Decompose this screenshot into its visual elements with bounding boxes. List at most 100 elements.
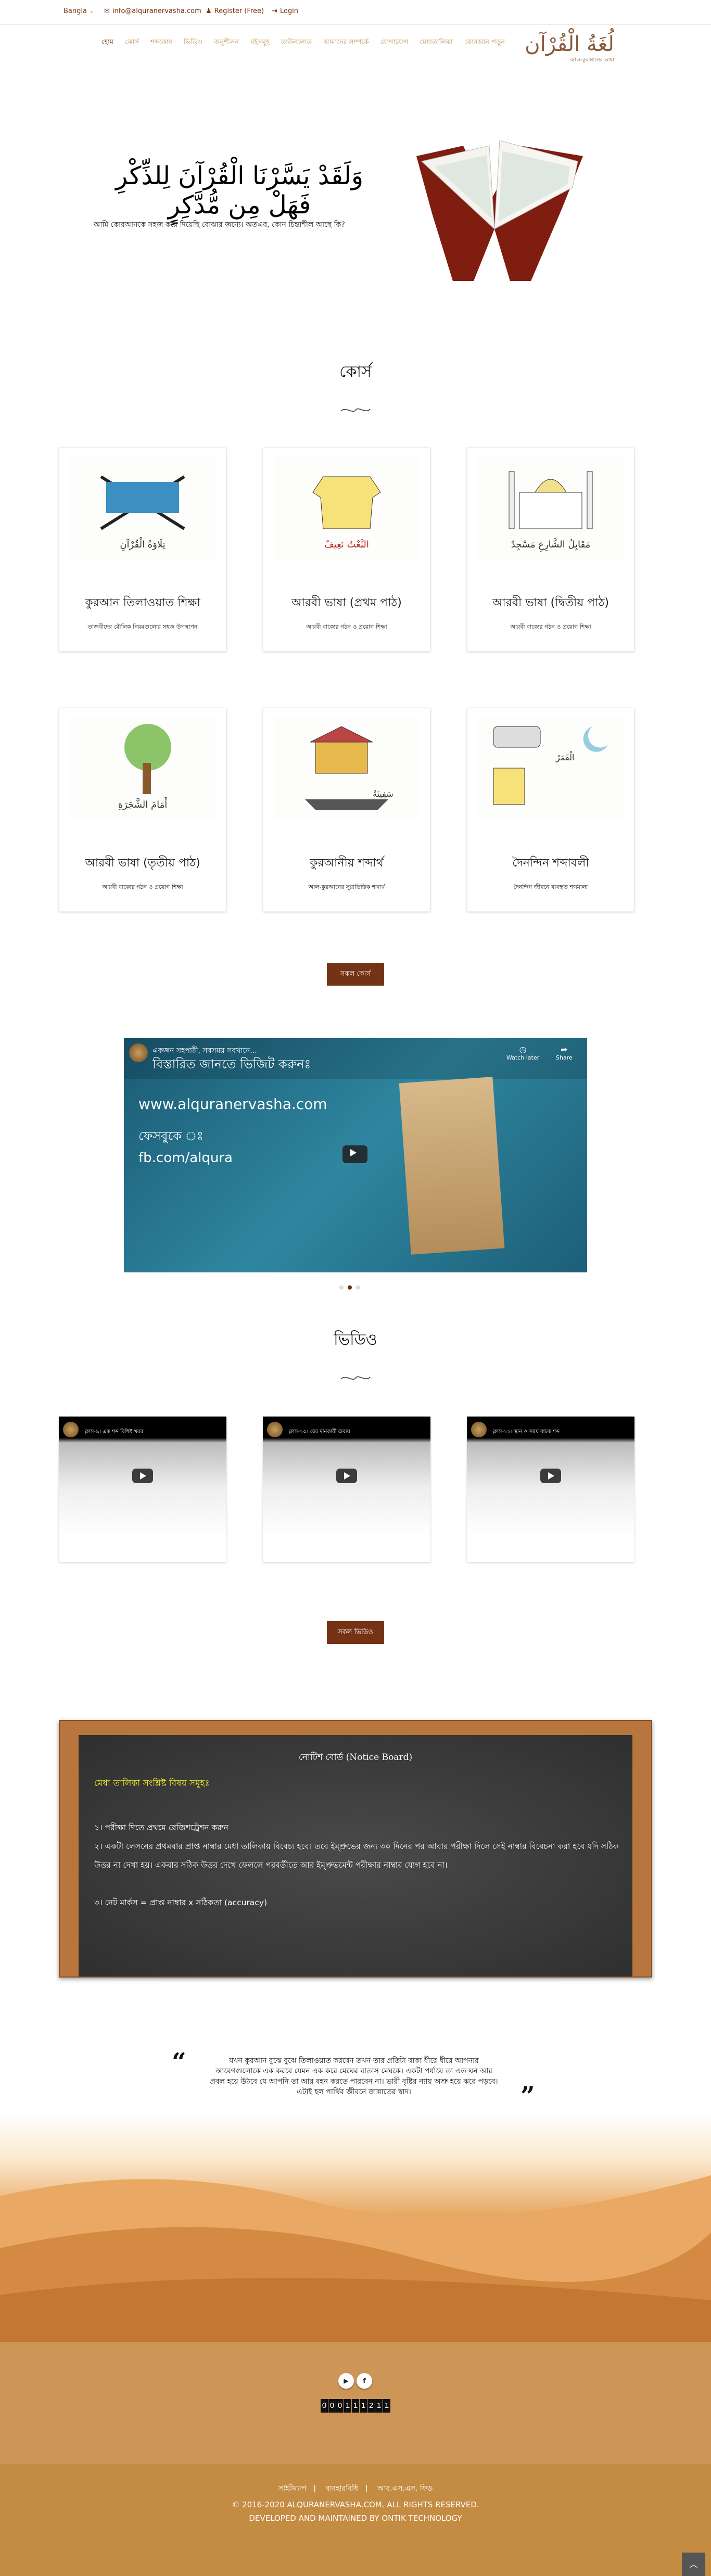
counter-digit: 1 <box>352 2399 359 2413</box>
videos-title: ভিডিও <box>334 1331 377 1349</box>
watch-later-button[interactable]: ◷ Watch later <box>506 1044 539 1061</box>
language-select[interactable]: Bangla ⌄ <box>64 7 94 15</box>
notice-title: নোটিশ বোর্ড (Notice Board) <box>298 1752 413 1763</box>
facebook-icon[interactable]: f <box>357 2373 372 2389</box>
footer-link-sitemap[interactable]: সাইটম্যাপ <box>278 2484 307 2493</box>
scroll-top-button[interactable]: ︿ <box>682 2553 705 2576</box>
share-label: Share <box>556 1054 573 1061</box>
course-card[interactable]: أَمَامَ الشَّجَرَةِ আরবী ভাষা (তৃতীয় পাঠ… <box>59 708 226 912</box>
course-image: سَفِينَةٌ <box>274 716 420 820</box>
course-title: কুরআনীয় শব্দার্থ <box>310 857 384 870</box>
hero-translation: আমি কোরআনকে সহজ করে দিয়েছি বোঝার জন্যে।… <box>94 221 345 229</box>
email-text: info@alquranervasha.com <box>112 7 201 15</box>
counter-digit: 0 <box>328 2399 336 2413</box>
main-nav: হোম কোর্স শব্দকোষ ভিডিও অনুশীলন বইসমূহ ড… <box>101 37 505 48</box>
channel-avatar[interactable] <box>129 1043 148 1062</box>
share-button[interactable]: ➦ Share <box>556 1044 573 1061</box>
nav-books[interactable]: বইসমূহ <box>250 37 270 48</box>
course-title: দৈনন্দিন শব্দাবলী <box>512 857 589 870</box>
course-image-caption: تِلَاوَةُ الْقُرْآنِ <box>120 539 166 550</box>
notice-line: ১। পরীক্ষা দিতে প্রথমে রেজিশট্রেশন করুন <box>94 1823 228 1832</box>
course-title: আরবী ভাষা (প্রথম পাঠ) <box>291 596 402 609</box>
nav-read-quran[interactable]: কোরআন পড়ুন <box>464 37 505 48</box>
counter-digit: 1 <box>375 2399 383 2413</box>
youtube-icon[interactable]: ▶ <box>338 2373 354 2389</box>
course-image-caption: أَمَامَ الشَّجَرَةِ <box>118 799 168 810</box>
play-button-icon[interactable] <box>342 1145 367 1163</box>
counter-digit: 1 <box>344 2399 351 2413</box>
counter-digit: 1 <box>360 2399 367 2413</box>
facebook-glyph: f <box>363 2377 366 2384</box>
course-card[interactable]: تِلَاوَةُ الْقُرْآنِ কুরআন তিলাওয়াত শিক্… <box>59 448 226 652</box>
clock-icon: ◷ <box>519 1044 527 1054</box>
user-plus-icon: ♟ <box>206 7 212 15</box>
footer-bottom: সাইটম্যাপ | ব্যবহারবিধি | আর.এস.এস. ফিড © … <box>0 2464 711 2576</box>
course-title: কুরআন তিলাওয়াত শিক্ষা <box>85 596 200 609</box>
divider-swirl-icon <box>0 1374 711 1384</box>
counter-digit: 0 <box>321 2399 328 2413</box>
video-card[interactable]: ক্লাস-১০। যের দানকারী অব্যয় <box>263 1417 430 1562</box>
top-bar: Bangla ⌄ ✉ info@alquranervasha.com ♟ Regist… <box>0 0 711 25</box>
course-title: আরবী ভাষা (তৃতীয় পাঠ) <box>85 857 200 870</box>
register-link[interactable]: ♟ Register (Free) <box>206 7 264 15</box>
video-thumbnail[interactable]: ক্লাস-৯। এক শব্দ বিশিষ্ট খবর <box>59 1417 226 1535</box>
all-courses-button[interactable]: সকল কোর্স <box>327 963 384 986</box>
nav-about[interactable]: আমাদের সম্পর্কে <box>323 37 369 48</box>
notice-board: নোটিশ বোর্ড (Notice Board) মেধা তালিকা স… <box>59 1720 652 1978</box>
carousel-dot[interactable] <box>339 1285 344 1290</box>
course-image: مَقَابِلُ الشَّارِعِ مَسْجِدٌ <box>478 456 624 560</box>
channel-avatar <box>63 1422 79 1437</box>
email-link[interactable]: ✉ info@alquranervasha.com <box>104 7 201 15</box>
course-image-caption: مَقَابِلُ الشَّارِعِ مَسْجِدٌ <box>511 539 591 550</box>
course-title: আরবী ভাষা (দ্বিতীয় পাঠ) <box>492 596 609 609</box>
nav-dictionary[interactable]: শব্দকোষ <box>150 37 172 48</box>
envelope-icon: ✉ <box>104 7 110 15</box>
footer-link-rss[interactable]: আর.এস.এস. ফিড <box>377 2484 433 2493</box>
play-button-icon[interactable] <box>132 1469 153 1483</box>
video-card[interactable]: ক্লাস-৯। এক শব্দ বিশিষ্ট খবর <box>59 1417 226 1562</box>
nav-home[interactable]: হোম <box>101 37 113 48</box>
desert-image <box>0 2113 711 2347</box>
nav-video[interactable]: ভিডিও <box>184 37 202 48</box>
video-card[interactable]: ক্লাস-১১। স্থান ও সময় বাচক শব্দ <box>467 1417 634 1562</box>
course-card[interactable]: سَفِينَةٌ কুরআনীয় শব্দার্থ আল-কুরআনের সুর… <box>263 708 430 912</box>
course-subtitle: আরবী বাক্যের গঠন ও প্রয়োগ শিক্ষা <box>510 623 591 630</box>
nav-courses[interactable]: কোর্স <box>125 37 139 48</box>
course-card[interactable]: الْقَمَرُ দৈনন্দিন শব্দাবলী দৈনন্দিন জীবনে… <box>467 708 634 912</box>
login-icon: ⇥ <box>272 7 277 15</box>
video-line1: বিস্তারিত জানতে ভিজিট করুনঃ <box>153 1057 311 1072</box>
course-card[interactable]: النَّعْتُ نَعِيفٌ আরবী ভাষা (প্রথম পাঠ) আর… <box>263 448 430 652</box>
nav-merit-list[interactable]: মেধাতালিকা <box>420 37 452 48</box>
course-image-caption: الْقَمَرُ <box>556 753 575 762</box>
course-image: تِلَاوَةُ الْقُرْآنِ <box>70 456 215 560</box>
featured-video-player[interactable]: একজন সহপাঠী, সবসময় সবখানে... বিস্তারিত … <box>124 1038 587 1272</box>
course-image-caption: سَفِينَةٌ <box>373 789 393 799</box>
carousel-dot[interactable] <box>356 1285 360 1290</box>
play-button-icon[interactable] <box>540 1469 561 1483</box>
video-thumbnail[interactable]: ক্লাস-১০। যের দানকারী অব্যয় <box>263 1417 430 1535</box>
course-subtitle: আল-কুরআনের সুরাভিত্তিক শব্দার্থ <box>308 884 385 890</box>
course-subtitle: তাজবীদের মৌলিক নিয়মগুলোর সহজ উপস্থাপন <box>87 623 198 630</box>
register-label: Register (Free) <box>214 7 264 15</box>
login-link[interactable]: ⇥ Login <box>272 7 298 15</box>
site-logo[interactable]: لُغَةُ الْقُرْآن আল-কুরআনের ভাষা <box>520 32 614 65</box>
video-thumbnail[interactable]: ক্লাস-১১। স্থান ও সময় বাচক শব্দ <box>467 1417 634 1535</box>
play-button-icon[interactable] <box>336 1469 357 1483</box>
video-title: ক্লাস-১১। স্থান ও সময় বাচক শব্দ <box>493 1429 560 1435</box>
logo-subtitle: আল-কুরআনের ভাষা <box>570 57 614 63</box>
counter-digit: 1 <box>383 2399 390 2413</box>
hero-verse: وَلَقَدْ يَسَّرْنَا الْقُرْآنَ لِلذِّكْر… <box>115 161 364 220</box>
quote-text: যখন কুরআন বুঝে বুঝে তিলাওয়াত করবেন তখন … <box>210 2057 498 2096</box>
video-title: ক্লাস-৯। এক শব্দ বিশিষ্ট খবর <box>85 1429 144 1435</box>
video-fb-text: fb.com/alqura <box>138 1150 233 1166</box>
nav-contact[interactable]: যোগাযোগ <box>380 37 409 48</box>
nav-download[interactable]: ডাউনলোড <box>281 37 312 48</box>
nav-practice[interactable]: অনুশীলন <box>214 37 239 48</box>
all-videos-button[interactable]: সকল ভিডিও <box>327 1621 384 1644</box>
quran-stand-image <box>416 140 583 281</box>
carousel-dot-active[interactable] <box>348 1285 352 1290</box>
course-subtitle: দৈনন্দিন জীবনে ব্যবহৃত শব্দমালা <box>513 884 588 890</box>
footer-link-terms[interactable]: ব্যবহারবিধি <box>326 2484 358 2493</box>
course-card[interactable]: مَقَابِلُ الشَّارِعِ مَسْجِدٌ আরবী ভাষা (… <box>467 448 634 652</box>
channel-avatar <box>267 1422 283 1437</box>
